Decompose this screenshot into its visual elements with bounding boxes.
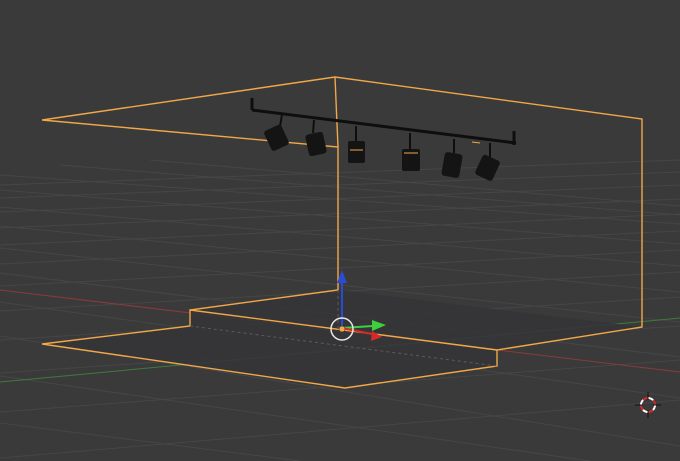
spotlight-2[interactable] bbox=[305, 119, 327, 157]
3d-viewport[interactable] bbox=[0, 0, 680, 461]
3d-cursor-icon[interactable] bbox=[635, 392, 661, 418]
spotlight-1[interactable] bbox=[263, 113, 290, 152]
track-light-rail[interactable] bbox=[250, 98, 517, 145]
spotlight-5[interactable] bbox=[441, 139, 463, 178]
spotlight-3[interactable] bbox=[348, 126, 365, 163]
spotlight-4[interactable] bbox=[402, 133, 420, 171]
spotlight-6[interactable] bbox=[471, 141, 501, 182]
viewport-scene[interactable] bbox=[0, 0, 680, 461]
